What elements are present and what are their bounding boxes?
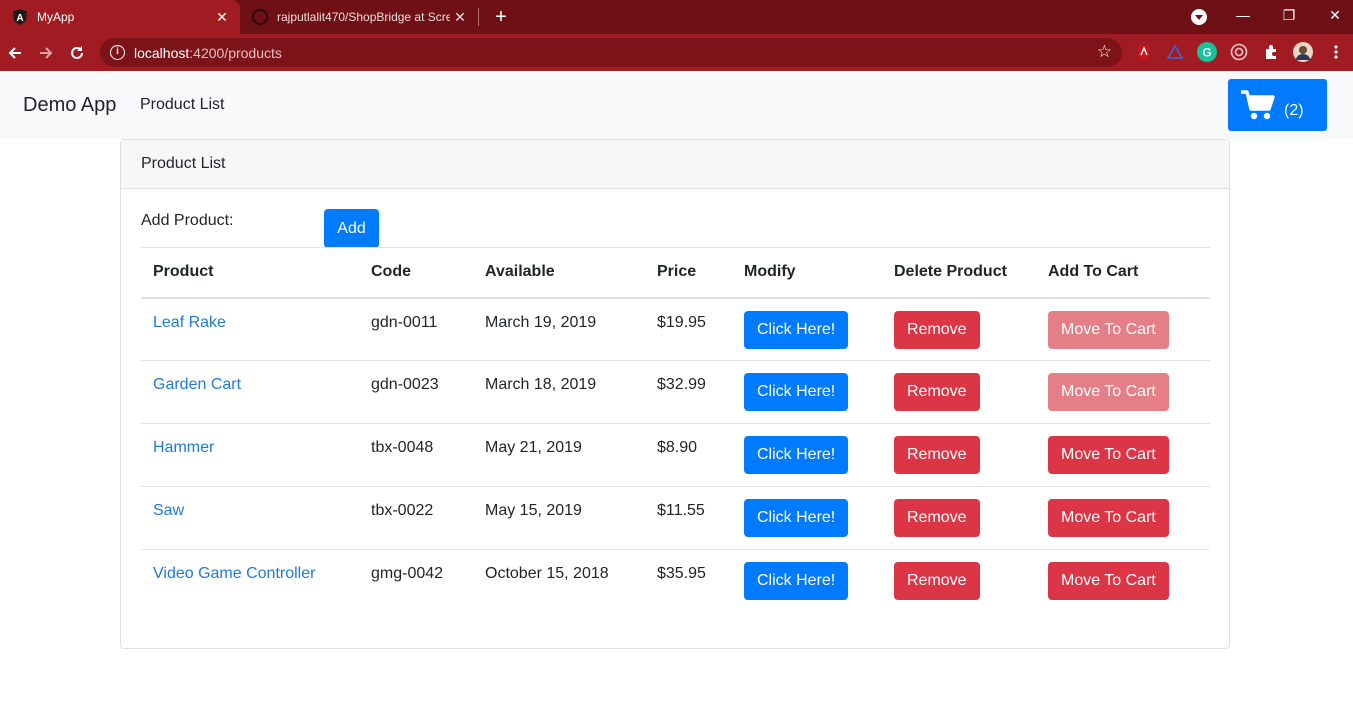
pdf-extension-icon[interactable] <box>1134 42 1154 62</box>
products-table: Product Code Available Price Modify Dele… <box>141 247 1210 613</box>
cart-button[interactable]: (2) <box>1228 79 1327 131</box>
browser-toolbar: i localhost:4200/products ☆ G <box>0 34 1353 71</box>
new-tab-plus-icon[interactable]: + <box>490 6 512 28</box>
bookmark-star-icon[interactable]: ☆ <box>1097 42 1112 62</box>
tab-divider <box>478 8 479 26</box>
product-name-link[interactable]: Saw <box>153 502 184 519</box>
minimize-icon[interactable]: — <box>1220 0 1266 30</box>
move-to-cart-button[interactable]: Move To Cart <box>1048 499 1169 537</box>
remove-button[interactable]: Remove <box>894 499 980 537</box>
column-header-product: Product <box>141 247 359 299</box>
column-header-available: Available <box>473 247 645 299</box>
extensions-puzzle-icon[interactable] <box>1261 42 1281 62</box>
close-icon[interactable]: ✕ <box>450 9 470 26</box>
product-name-link[interactable]: Garden Cart <box>153 376 241 393</box>
column-header-code: Code <box>359 247 473 299</box>
product-code: gmg-0042 <box>371 565 444 582</box>
add-product-label: Add Product: <box>141 212 234 229</box>
modify-button[interactable]: Click Here! <box>744 562 849 600</box>
restore-icon[interactable]: ❐ <box>1266 0 1312 30</box>
url-text: localhost:4200/products <box>134 45 282 61</box>
tab-title: MyApp <box>37 10 75 24</box>
profile-avatar[interactable] <box>1293 42 1313 62</box>
product-available-date: March 19, 2019 <box>473 297 645 361</box>
product-code: tbx-0022 <box>359 486 473 550</box>
forward-arrow-icon[interactable] <box>33 40 59 66</box>
product-code: gdn-0011 <box>359 297 473 361</box>
nav-link-product-list[interactable]: Product List <box>140 96 224 114</box>
close-icon[interactable]: ✕ <box>212 9 232 26</box>
product-code: tbx-0048 <box>359 423 473 487</box>
tab-search-icon[interactable] <box>1191 9 1207 25</box>
table-row: Garden Cart gdn-0023 March 18, 2019 $32.99 C… <box>141 360 1210 424</box>
column-header-add-to-cart: Add To Cart <box>1036 247 1210 299</box>
product-code: gdn-0023 <box>359 360 473 424</box>
card-title: Product List <box>141 155 226 172</box>
navbar-brand[interactable]: Demo App <box>23 94 116 117</box>
triangle-extension-icon[interactable] <box>1165 42 1185 62</box>
browser-tab-github[interactable]: rajputlalit470/ShopBridge at Scre ✕ <box>240 0 478 34</box>
back-arrow-icon[interactable] <box>2 40 28 66</box>
target-extension-icon[interactable] <box>1229 42 1249 62</box>
table-header-row: Product Code Available Price Modify Dele… <box>141 247 1210 299</box>
table-row: Leaf Rake gdn-0011 March 19, 2019 $19.95 Cli… <box>141 297 1210 361</box>
info-icon[interactable]: i <box>110 45 125 60</box>
modify-button[interactable]: Click Here! <box>744 499 849 537</box>
tab-title: rajputlalit470/ShopBridge at Scre <box>277 10 450 24</box>
product-list-card: Product List Add Product: Add Product Co… <box>120 139 1230 649</box>
add-product-button[interactable]: Add <box>324 209 379 248</box>
cart-count: (2) <box>1284 102 1304 119</box>
address-bar[interactable]: i localhost:4200/products ☆ <box>100 38 1122 67</box>
svg-text:A: A <box>16 13 23 24</box>
reload-icon[interactable] <box>64 40 90 66</box>
svg-text:G: G <box>1202 46 1211 60</box>
move-to-cart-button[interactable]: Move To Cart <box>1048 436 1169 474</box>
product-available-date: May 21, 2019 <box>473 423 645 487</box>
remove-button[interactable]: Remove <box>894 310 980 349</box>
more-menu-icon[interactable] <box>1326 42 1346 62</box>
product-name-link[interactable]: Leaf Rake <box>153 314 226 331</box>
move-to-cart-button[interactable]: Move To Cart <box>1048 562 1169 600</box>
product-available-date: October 15, 2018 <box>485 565 609 582</box>
move-to-cart-button: Move To Cart <box>1048 310 1169 349</box>
column-header-price: Price <box>645 247 732 299</box>
product-price: $35.95 <box>657 565 706 582</box>
product-name-link[interactable]: Video Game Controller <box>153 565 315 582</box>
product-available-date: March 18, 2019 <box>473 360 645 424</box>
browser-tab-bar: A MyApp ✕ rajputlalit470/ShopBridge at S… <box>0 0 1353 34</box>
move-to-cart-button: Move To Cart <box>1048 373 1169 411</box>
app-navbar: Demo App Product List (2) <box>0 71 1353 139</box>
github-icon <box>252 9 268 25</box>
remove-button[interactable]: Remove <box>894 562 980 600</box>
product-price: $32.99 <box>645 360 732 424</box>
column-header-modify: Modify <box>732 247 882 299</box>
card-header: Product List <box>121 140 1229 189</box>
modify-button[interactable]: Click Here! <box>744 373 849 411</box>
product-price: $11.55 <box>645 486 732 550</box>
column-header-delete-product: Delete Product <box>882 247 1036 299</box>
modify-button[interactable]: Click Here! <box>744 310 849 349</box>
remove-button[interactable]: Remove <box>894 373 980 411</box>
modify-button[interactable]: Click Here! <box>744 436 849 474</box>
product-available-date: May 15, 2019 <box>473 486 645 550</box>
table-row: Saw tbx-0022 May 15, 2019 $11.55 Click Here!… <box>141 486 1210 550</box>
table-row: Hammer tbx-0048 May 21, 2019 $8.90 Click Her… <box>141 423 1210 487</box>
shopping-cart-icon <box>1240 89 1276 126</box>
window-close-icon[interactable]: ✕ <box>1312 0 1353 30</box>
angular-icon: A <box>12 9 28 25</box>
browser-tab-myapp[interactable]: A MyApp ✕ <box>0 0 240 34</box>
table-row: Video Game Controller gmg-0042 October 15,… <box>141 550 1210 613</box>
product-price: $19.95 <box>645 297 732 361</box>
remove-button[interactable]: Remove <box>894 436 980 474</box>
grammarly-icon[interactable]: G <box>1197 42 1217 62</box>
product-name-link[interactable]: Hammer <box>153 439 214 456</box>
product-price: $8.90 <box>645 423 732 487</box>
